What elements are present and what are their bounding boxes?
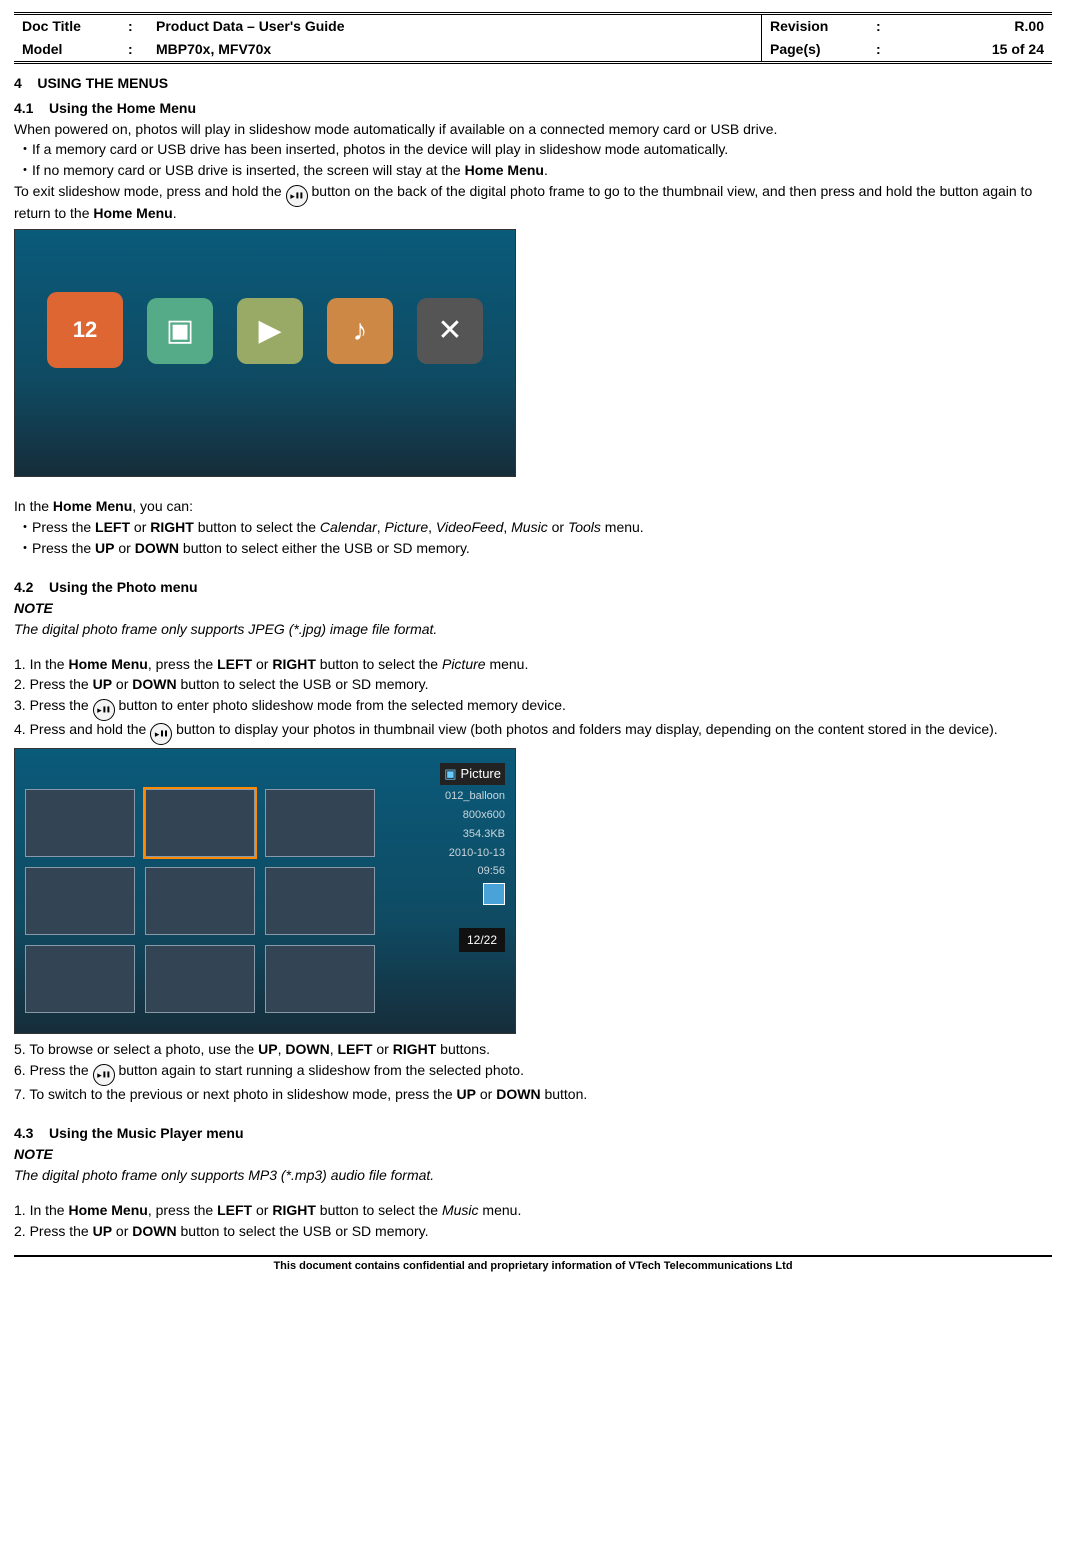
panel-title: Picture [440,763,505,785]
doc-title-value: Product Data – User's Guide [148,14,762,38]
picture-thumbnail-figure: Picture 012_balloon 800x600 354.3KB 2010… [14,748,516,1034]
section-41-home-bullet-2: ・Press the UP or DOWN button to select e… [18,539,1052,558]
thumbnail-grid [25,789,375,1013]
home-icon-videofeed: ▶ [237,298,303,368]
section-43-step-1: 1. In the Home Menu, press the LEFT or R… [14,1201,1052,1220]
thumbnail-selected [145,789,255,857]
thumbnail [145,945,255,1013]
section-42-step-6: 6. Press the button again to start runni… [14,1061,1052,1083]
pages-label: Page(s) [762,38,869,62]
panel-filename: 012_balloon [385,789,505,804]
section-41-intro: When powered on, photos will play in sli… [14,120,1052,139]
panel-counter: 12/22 [459,928,505,952]
section-41-bullet-2: ・If no memory card or USB drive is inser… [18,161,1052,180]
section-42-note-label: NOTE [14,599,1052,618]
section-41-bullet-1: ・If a memory card or USB drive has been … [18,140,1052,159]
section-42-step-2: 2. Press the UP or DOWN button to select… [14,675,1052,694]
section-41-exit: To exit slideshow mode, press and hold t… [14,182,1052,223]
play-pause-icon [93,1064,115,1086]
revision-label: Revision [762,14,869,38]
doc-title-label: Doc Title [14,14,120,38]
play-pause-icon [286,185,308,207]
thumbnail [265,867,375,935]
section-43-note-text: The digital photo frame only supports MP… [14,1166,1052,1185]
panel-filesize: 354.3KB [385,827,505,842]
section-43-heading: 4.3 Using the Music Player menu [14,1124,1052,1143]
section-41-home-bullet-1: ・Press the LEFT or RIGHT button to selec… [18,518,1052,537]
section-42-step-7: 7. To switch to the previous or next pho… [14,1085,1052,1104]
thumbnail [265,945,375,1013]
doc-header-table: Doc Title : Product Data – User's Guide … [14,12,1052,64]
page-footer: This document contains confidential and … [14,1255,1052,1274]
play-pause-icon [150,723,172,745]
home-icon-calendar: 12 [47,298,123,368]
thumbnail [25,789,135,857]
panel-time: 09:56 [385,864,505,879]
section-42-step-4: 4. Press and hold the button to display … [14,720,1052,742]
thumbnail [145,867,255,935]
colon: : [868,38,896,62]
videofeed-icon: ▶ [237,298,303,364]
home-menu-figure: 12 ▣ ▶ ♪ ✕ [14,229,516,477]
home-icon-music: ♪ [327,298,393,368]
section-42-step-3: 3. Press the button to enter photo slide… [14,696,1052,718]
thumbnail [25,945,135,1013]
tools-icon: ✕ [417,298,483,364]
colon: : [120,14,148,38]
section-4-heading: 4 USING THE MENUS [14,74,1052,93]
section-42-note-text: The digital photo frame only supports JP… [14,620,1052,639]
section-42-step-5: 5. To browse or select a photo, use the … [14,1040,1052,1059]
pages-value: 15 of 24 [896,38,1052,62]
thumbnail [265,789,375,857]
model-label: Model [14,38,120,62]
save-icon [483,883,505,905]
picture-icon: ▣ [147,298,213,364]
panel-date: 2010-10-13 [385,846,505,861]
home-icon-picture: ▣ [147,298,213,368]
panel-resolution: 800x600 [385,808,505,823]
colon: : [868,14,896,38]
revision-value: R.00 [896,14,1052,38]
section-43-note-label: NOTE [14,1145,1052,1164]
colon: : [120,38,148,62]
music-icon: ♪ [327,298,393,364]
picture-info-panel: Picture 012_balloon 800x600 354.3KB 2010… [385,759,505,956]
play-pause-icon [93,699,115,721]
section-42-step-1: 1. In the Home Menu, press the LEFT or R… [14,655,1052,674]
section-43-step-2: 2. Press the UP or DOWN button to select… [14,1222,1052,1241]
calendar-icon: 12 [47,292,123,368]
section-41-inmenu: In the Home Menu, you can: [14,497,1052,516]
home-icon-tools: ✕ [417,298,483,368]
thumbnail [25,867,135,935]
model-value: MBP70x, MFV70x [148,38,762,62]
section-42-heading: 4.2 Using the Photo menu [14,578,1052,597]
section-41-heading: 4.1 Using the Home Menu [14,99,1052,118]
